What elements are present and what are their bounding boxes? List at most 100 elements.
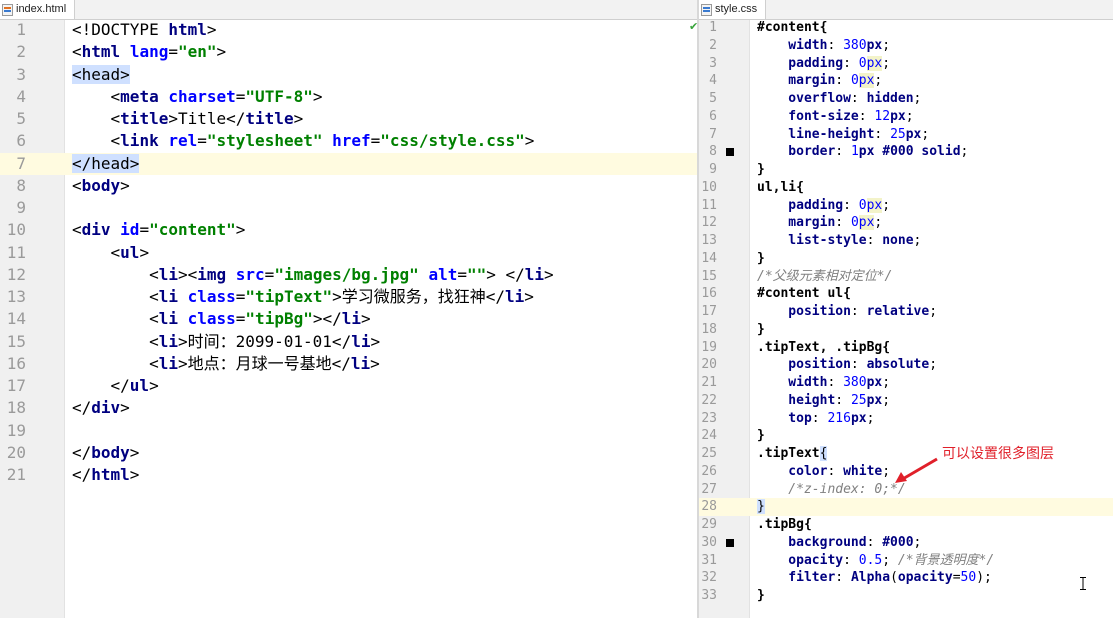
code-text: } <box>757 250 765 268</box>
line-number: 14 <box>701 250 717 266</box>
code-line[interactable]: 31 opacity: 0.5; /*背景透明度*/ <box>699 552 1113 570</box>
line-number: 8 <box>709 144 717 160</box>
code-text: </head> <box>72 153 140 175</box>
editor-pane-html[interactable]: index.html 1 <!DOCTYPE html> 2 <html lang="… <box>0 0 697 618</box>
code-line[interactable]: 12 margin: 0px; <box>699 214 1113 232</box>
code-line[interactable]: 28} <box>699 498 1113 516</box>
code-line[interactable]: 8 <body> <box>0 175 697 197</box>
code-line[interactable]: 1 #content{ <box>699 19 1113 37</box>
code-line[interactable]: 11 padding: 0px; <box>699 197 1113 215</box>
code-line[interactable]: 1 <!DOCTYPE html> <box>0 19 697 41</box>
code-token: > <box>544 264 554 284</box>
code-token: > <box>149 376 159 395</box>
code-line[interactable]: 9 <box>0 197 697 219</box>
code-line[interactable]: 21 </html> <box>0 464 697 486</box>
code-line[interactable]: 8 border: 1px #000 solid; <box>699 143 1113 161</box>
code-line[interactable]: 17 </ul> <box>0 375 697 397</box>
code-line[interactable]: 13 list-style: none; <box>699 232 1113 250</box>
code-line[interactable]: 2 <html lang="en"> <box>0 41 697 63</box>
code-line[interactable]: 13 <li class="tipText">学习微服务，找狂神</li> <box>0 286 697 308</box>
code-line[interactable]: 4 <meta charset="UTF-8"> <box>0 86 697 108</box>
code-token: class <box>187 287 236 306</box>
code-text: <meta charset="UTF-8"> <box>72 86 323 108</box>
code-token: : <box>843 55 859 71</box>
code-line[interactable]: 14} <box>699 250 1113 268</box>
code-token: < <box>72 42 82 62</box>
line-number: 33 <box>701 588 717 603</box>
code-line[interactable]: 15 /*父级元素相对定位*/ <box>699 268 1113 286</box>
code-token: "css/style.css" <box>380 131 525 151</box>
code-line[interactable]: 6 <link rel="stylesheet" href="css/style… <box>0 130 697 152</box>
code-line[interactable]: 5 overflow: hidden; <box>699 90 1113 108</box>
line-number: 15 <box>701 268 717 284</box>
code-line[interactable]: 12 <li><img src="images/bg.jpg" alt=""> … <box>0 264 697 286</box>
code-line[interactable]: 14 <li class="tipBg"></li> <box>0 308 697 330</box>
code-token: ></ <box>312 309 342 329</box>
code-text: position: absolute; <box>757 356 937 374</box>
line-number: 20 <box>6 442 26 462</box>
code-token: 1 <box>850 144 859 160</box>
code-token: body <box>81 175 121 195</box>
code-token: : <box>827 463 844 479</box>
code-token: > <box>206 20 217 39</box>
code-token: position <box>757 357 851 373</box>
code-token: href <box>332 131 371 151</box>
code-token: "stylesheet" <box>206 131 333 151</box>
code-line[interactable]: 33} <box>699 587 1113 605</box>
code-token: #000 <box>882 534 914 550</box>
code-line[interactable]: 4 margin: 0px; <box>699 72 1113 90</box>
code-area[interactable]: 1 #content{2 width: 380px; 3 padding: 0px;… <box>699 19 1113 605</box>
line-number: 17 <box>6 376 26 395</box>
code-token: background <box>757 534 867 550</box>
code-line[interactable]: 20 position: absolute; <box>699 356 1113 374</box>
code-text: <div id="content"> <box>72 219 245 241</box>
code-line[interactable]: 16 #content ul{ <box>699 285 1113 303</box>
tab-style-css[interactable]: style.css <box>699 0 767 19</box>
code-line[interactable]: 16 <li>地点：月球一号基地</li> <box>0 353 697 375</box>
tab-label: style.css <box>715 3 758 15</box>
code-line[interactable]: 7 line-height: 25px; <box>699 126 1113 144</box>
code-token: px <box>866 197 883 213</box>
code-line[interactable]: 15 <li>时间：2099-01-01</li> <box>0 331 697 353</box>
code-token: white <box>843 463 883 479</box>
code-line[interactable]: 18 </div> <box>0 397 697 419</box>
code-line[interactable]: 19 .tipText, .tipBg{ <box>699 339 1113 357</box>
code-token: : <box>866 233 883 248</box>
code-line[interactable]: 3 padding: 0px; <box>699 55 1113 73</box>
code-token: ; <box>913 233 922 248</box>
code-line[interactable]: 17 position: relative; <box>699 303 1113 321</box>
line-number: 11 <box>6 242 26 262</box>
code-line[interactable]: 10 <div id="content"> <box>0 219 697 241</box>
code-text: <body> <box>72 175 130 197</box>
code-line[interactable]: 23 top: 216px; <box>699 410 1113 428</box>
code-token: < <box>72 131 121 151</box>
code-line[interactable]: 6 font-size: 12px; <box>699 108 1113 126</box>
code-token: > <box>129 465 140 484</box>
code-line[interactable]: 7 </head> <box>0 152 697 175</box>
code-text: width: 380px; <box>757 37 890 55</box>
code-token: >地点：月球一号基地</ <box>177 353 351 373</box>
code-line[interactable]: 2 width: 380px; <box>699 37 1113 55</box>
code-line[interactable]: 5 <title>Title</title> <box>0 108 697 130</box>
code-line[interactable]: 30 background: #000; <box>699 534 1113 552</box>
code-token: > <box>524 287 534 306</box>
code-line[interactable]: 32 filter: Alpha(opacity=50); <box>699 569 1113 587</box>
code-line[interactable]: 10 ul,li{ <box>699 179 1113 197</box>
code-line[interactable]: 18} <box>699 321 1113 339</box>
code-line[interactable]: 3 <head> <box>0 64 697 86</box>
code-line[interactable]: 20 </body> <box>0 442 697 464</box>
code-line[interactable]: 29 .tipBg{ <box>699 516 1113 534</box>
editor-pane-css[interactable]: style.css 1 #content{2 width: 380px; 3 pad… <box>699 0 1113 618</box>
code-line[interactable]: 19 <box>0 420 697 442</box>
code-area[interactable]: 1 <!DOCTYPE html> 2 <html lang="en"> 3 <head>… <box>0 19 697 486</box>
code-token: px <box>858 144 883 160</box>
code-token: "tipBg" <box>245 309 313 329</box>
tab-index-html[interactable]: index.html <box>0 0 76 19</box>
code-token: < <box>72 242 121 262</box>
code-line[interactable]: 22 height: 25px; <box>699 392 1113 410</box>
line-number: 22 <box>701 392 717 408</box>
code-token: > <box>312 86 323 106</box>
code-line[interactable]: 9} <box>699 161 1113 179</box>
code-line[interactable]: 21 width: 380px; <box>699 374 1113 392</box>
code-line[interactable]: 11 <ul> <box>0 242 697 264</box>
